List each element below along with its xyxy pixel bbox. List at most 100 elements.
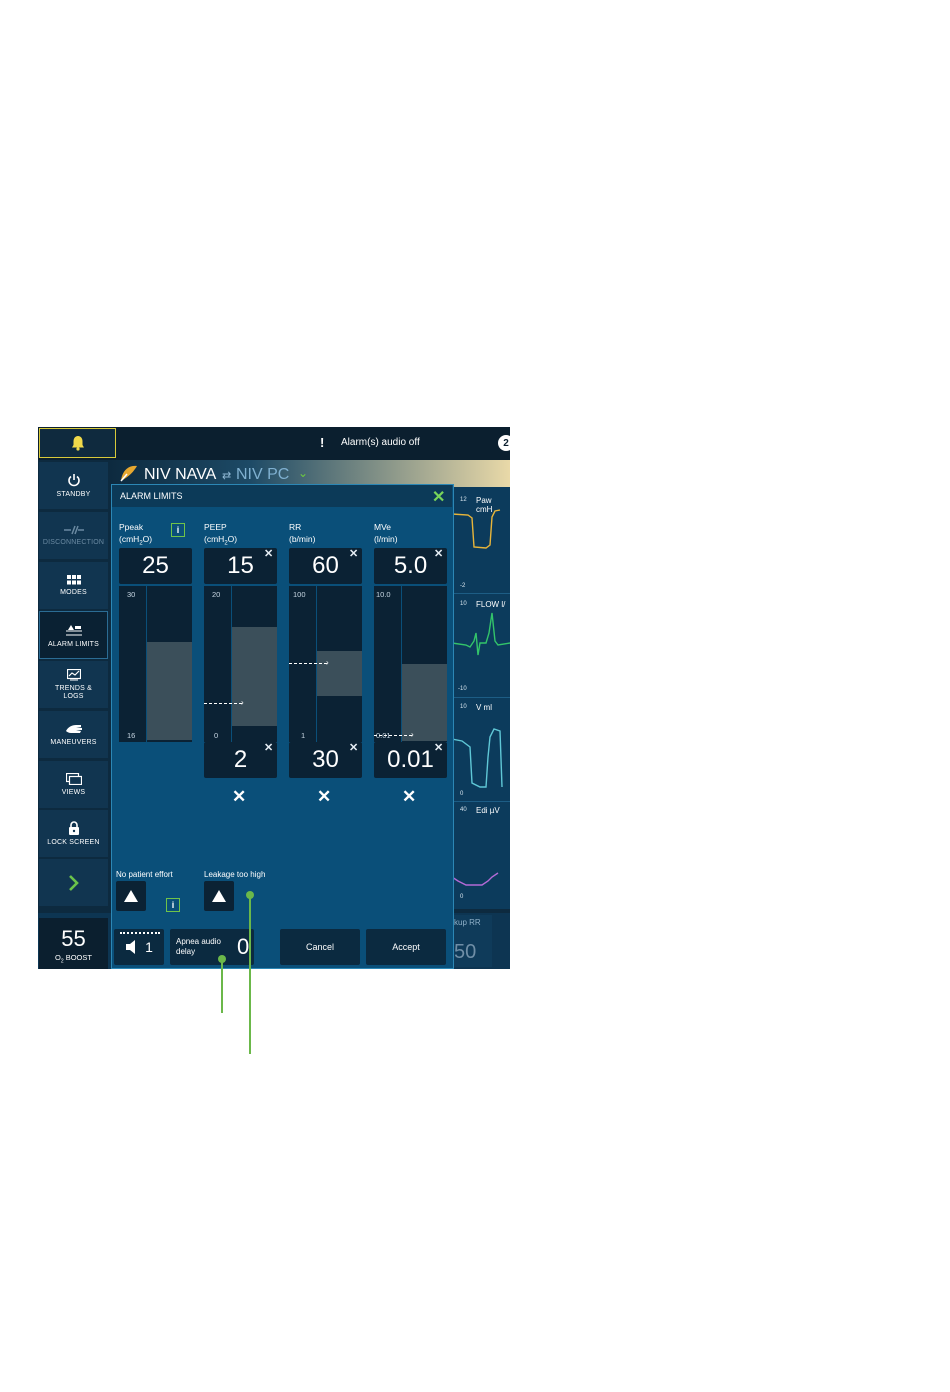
ppeak-upper-limit[interactable]: 25 [119,548,192,584]
sidebar-item-label: TRENDS & [55,685,92,692]
rr-lower-off-icon[interactable]: ✕ [349,741,358,754]
sidebar-item-views[interactable]: VIEWS [39,761,108,808]
ventilator-screen: ! Alarm(s) audio off 2 STANDBY DISCONNEC… [38,427,510,969]
sidebar-item-trends-logs[interactable]: TRENDS & LOGS [39,661,108,708]
edi-trace [452,872,499,886]
paw-trace [452,509,501,549]
apnea-audio-delay-label: Apnea audio delay [176,937,221,956]
peep-scale: 20 0 [204,586,231,742]
ppeak-scale: 30 16 [119,586,146,742]
accept-button[interactable]: Accept [366,929,446,965]
sidebar-item-disconnection[interactable]: DISCONNECTION [39,512,108,559]
peep-label: PEEP (cmH2O) [204,522,238,547]
rr-upper-off-icon[interactable]: ✕ [349,547,358,560]
peep-disable-icon[interactable]: ✕ [232,787,246,807]
mve-lower-off-icon[interactable]: ✕ [434,741,443,754]
sidebar-item-label: VIEWS [61,789,86,796]
mode-header: NIV NAVA ⇄ NIV PC ⌄ [110,460,510,487]
rr-current-arrow [289,663,327,664]
callout-dot-apnea [218,955,226,963]
rr-disable-icon[interactable]: ✕ [317,787,331,807]
peep-slider-track[interactable] [232,586,277,742]
cancel-button[interactable]: Cancel [280,929,360,965]
trends-icon [66,669,81,681]
mve-current-arrow [374,735,412,736]
backup-mode-label[interactable]: NIV PC [236,466,289,484]
peep-range-fill [232,627,277,726]
peep-current-arrow [204,703,242,704]
sidebar-item-label-2: LOGS [63,693,84,700]
sidebar-item-label: MODES [60,589,87,596]
mve-upper-off-icon[interactable]: ✕ [434,547,443,560]
backup-rr-panel: kup RR 50 [452,915,492,967]
ppeak-slider-track[interactable] [147,586,192,742]
edi-waveform: 40 Edi µV 0 [452,801,510,909]
alarm-limits-icon [65,624,82,635]
no-patient-effort-button[interactable] [116,881,146,911]
mve-disable-icon[interactable]: ✕ [402,787,416,807]
speaker-icon [126,940,136,954]
hand-icon [65,725,82,733]
alarm-count-badge[interactable]: 2 [498,435,510,451]
rr-label: RR (b/min) [289,522,316,544]
alarm-status-text: Alarm(s) audio off [341,437,420,448]
peep-upper-off-icon[interactable]: ✕ [264,547,273,560]
arrow-right-icon: › [411,730,414,739]
apnea-audio-delay-value: 0 [237,934,250,959]
info-icon[interactable]: i [171,523,185,537]
o2-boost-button[interactable]: 55 O2 BOOST [39,918,108,969]
waveform-panel: 12 Paw cmH -2 10 FLOW l/ -10 10 V ml 0 4… [452,487,510,909]
o2-value: 55 [61,926,86,951]
ppeak-label: Ppeak (cmH2O) [119,522,153,547]
no-patient-effort-label: No patient effort [116,870,173,879]
sidebar-item-alarm-limits[interactable]: ALARM LIMITS [39,611,108,659]
peep-scale-top: 20 [212,590,221,599]
backup-rr-value: 50 [454,941,477,963]
leakage-button[interactable] [204,881,234,911]
sidebar-item-maneuvers[interactable]: MANEUVERS [39,711,108,758]
ppeak-scale-top: 30 [127,590,136,599]
volume-scale-dots [120,932,160,934]
volume-trace [452,728,503,788]
callout-dot-leakage [246,891,254,899]
backup-rr-label: kup RR [454,918,481,927]
bell-icon [71,436,84,451]
rr-scale: 100 1 [289,586,316,742]
mve-slider-track[interactable] [402,586,447,742]
sidebar-item-modes[interactable]: MODES [39,562,108,609]
sidebar-expand-button[interactable] [39,859,108,906]
sidebar-item-label: MANEUVERS [50,739,97,746]
close-icon[interactable]: ✕ [432,487,445,507]
ppeak-scale-bottom: 16 [127,731,136,740]
alarm-bell-button[interactable] [39,428,116,458]
views-icon [65,773,82,785]
leakage-label: Leakage too high [204,870,266,879]
sidebar-item-label: DISCONNECTION [42,539,105,546]
volume-waveform: 10 V ml 0 [452,697,510,802]
sidebar-item-standby[interactable]: STANDBY [39,462,108,509]
mve-range-fill [402,664,447,741]
sidebar-item-label: LOCK SCREEN [47,839,100,846]
mve-scale-top: 10.0 [376,590,391,599]
apnea-audio-delay-button[interactable]: Apnea audio delay 0 [170,929,254,965]
rr-slider-track[interactable] [317,586,362,742]
sidebar-item-label: ALARM LIMITS [47,640,100,648]
current-mode-label[interactable]: NIV NAVA [144,466,216,484]
alarm-limits-dialog: ALARM LIMITS ✕ Ppeak (cmH2O) i 25 30 16 P… [111,484,454,969]
arrow-right-icon: › [241,698,244,707]
rr-range-fill [317,651,362,696]
mve-scale: 10.0 0.01 [374,586,401,742]
info-icon[interactable]: i [166,898,180,912]
dialog-title: ALARM LIMITS [120,491,183,501]
peep-lower-off-icon[interactable]: ✕ [264,741,273,754]
sidebar-item-lock-screen[interactable]: LOCK SCREEN [39,810,108,857]
grid-icon [66,575,81,585]
o2-boost-label: O2 BOOST [55,953,92,965]
sidebar-item-label: STANDBY [56,491,91,498]
triangle-up-icon [124,890,138,902]
audio-volume-button[interactable]: 1 [114,929,164,965]
mve-label: MVe (l/min) [374,522,398,544]
flow-trace [452,612,510,656]
chevron-down-icon[interactable]: ⌄ [298,466,308,480]
nava-mode-icon [120,465,137,482]
